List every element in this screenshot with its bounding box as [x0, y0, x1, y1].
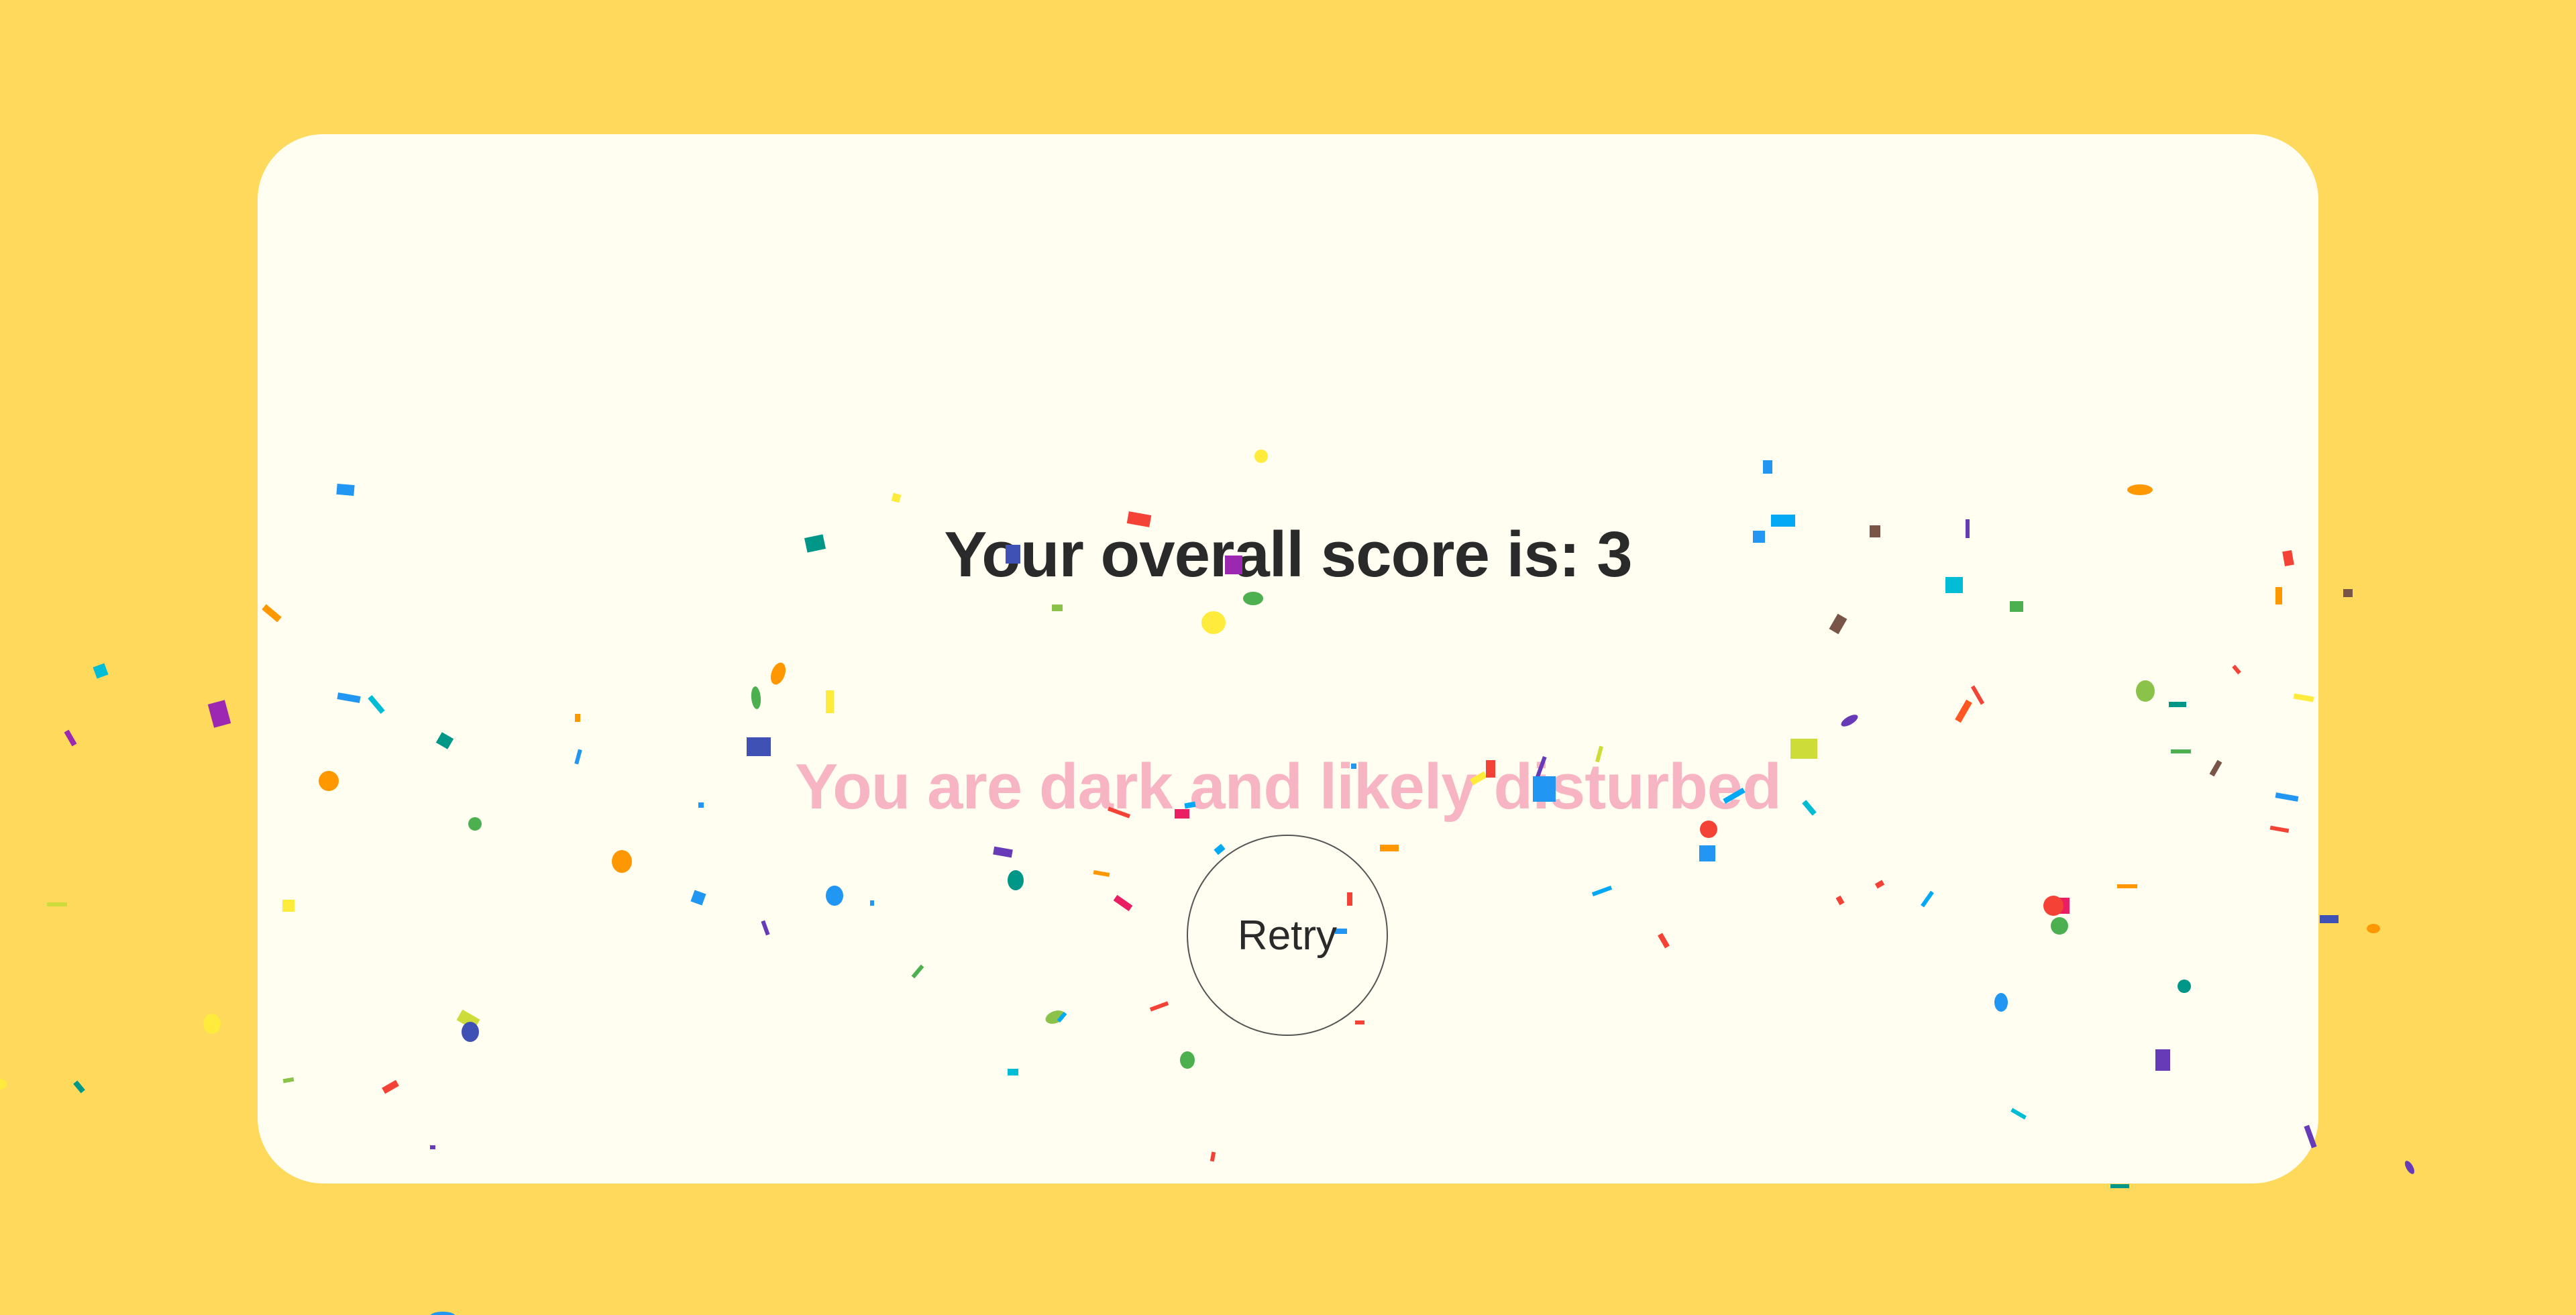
confetti-piece: [203, 1014, 221, 1034]
score-heading: Your overall score is: 3: [944, 519, 1632, 590]
retry-button[interactable]: Retry: [1187, 835, 1388, 1036]
confetti-piece: [2367, 924, 2380, 933]
confetti-piece: [73, 1080, 85, 1094]
confetti-piece: [93, 663, 109, 679]
confetti-piece: [0, 1079, 7, 1090]
confetti-piece: [47, 902, 67, 906]
confetti-piece: [207, 700, 231, 728]
confetti-piece: [2320, 915, 2339, 923]
confetti-piece: [430, 1312, 455, 1315]
confetti-piece: [2343, 589, 2353, 597]
confetti-piece: [2110, 1184, 2129, 1188]
verdict-text: You are dark and likely disturbed: [795, 751, 1782, 823]
confetti-piece: [2405, 1161, 2414, 1174]
confetti-piece: [64, 729, 77, 747]
